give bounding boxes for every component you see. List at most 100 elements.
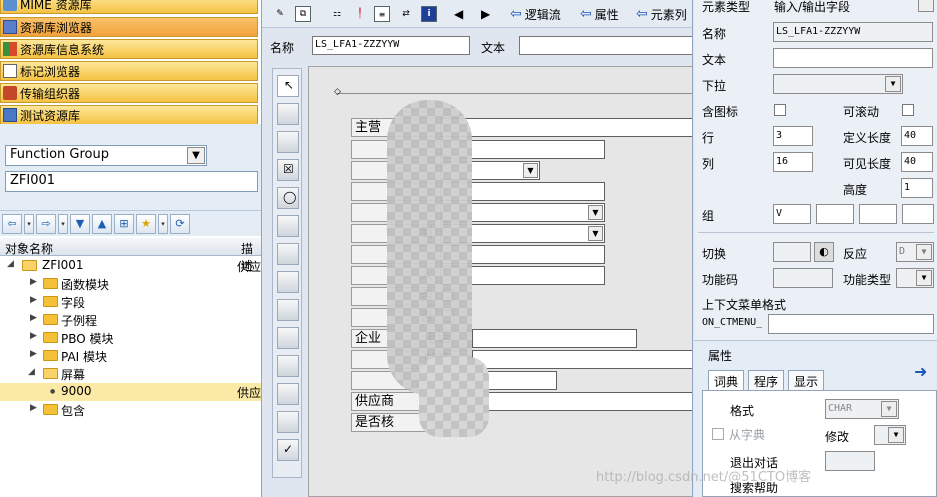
prev-icon[interactable]: ◀	[454, 4, 463, 24]
element-list-button[interactable]: ⇦ 元素列	[636, 4, 687, 24]
nav-tag-browser[interactable]: 标记浏览器	[0, 61, 258, 81]
object-name-input[interactable]: ZFI001	[5, 171, 258, 192]
hierarchy-icon[interactable]: ⚏	[329, 4, 345, 24]
chevron-down-icon[interactable]: ▼	[187, 147, 205, 164]
nav-info-system[interactable]: 资源库信息系统	[0, 39, 258, 59]
input-field-tool-icon[interactable]	[277, 131, 299, 153]
context-menu-field[interactable]	[768, 314, 934, 334]
radio-tool-icon[interactable]: ◯	[277, 187, 299, 209]
nav-repository-browser[interactable]: 资源库浏览器	[0, 17, 258, 37]
tree-item-subroutines[interactable]: ▶ 子例程	[0, 311, 261, 329]
element-list-icon[interactable]: ⇄	[398, 4, 414, 24]
chevron-down-icon[interactable]: ▼	[916, 270, 932, 286]
collapsed-arrow-icon[interactable]: ▶	[30, 331, 37, 341]
favorites-menu-icon[interactable]: ▾	[158, 213, 168, 234]
group-field-4[interactable]	[902, 204, 934, 224]
chevron-down-icon[interactable]: ▼	[885, 76, 901, 92]
collapse-all-icon[interactable]: ▲	[92, 213, 112, 234]
tree-item-pbo-modules[interactable]: ▶ PBO 模块	[0, 329, 261, 347]
function-type-select[interactable]: ▼	[896, 268, 934, 288]
column-field[interactable]: 16	[773, 152, 813, 172]
nav-mime-repository[interactable]: MIME 资源库	[0, 0, 258, 14]
layout-icon[interactable]: ≡	[374, 4, 390, 24]
collapsed-arrow-icon[interactable]: ▶	[30, 277, 37, 287]
tree-item-includes[interactable]: ▶ 包含	[0, 401, 261, 419]
modify-select[interactable]: ▼	[874, 425, 906, 445]
chevron-down-icon[interactable]: ▼	[523, 163, 538, 178]
arrow-right-icon[interactable]: ➜	[914, 362, 927, 381]
screen-input-phone[interactable]	[472, 329, 637, 348]
collapsed-arrow-icon[interactable]: ▶	[30, 349, 37, 359]
tab-dictionary[interactable]: 词典	[708, 370, 745, 390]
back-menu-icon[interactable]: ▾	[24, 213, 34, 234]
tree-item-zfi001[interactable]: ◢ ZFI001 供应	[0, 257, 261, 275]
status-icon-tool-icon[interactable]	[277, 411, 299, 433]
resize-handle-icon[interactable]: ◇	[334, 87, 341, 97]
hierarchy-icon[interactable]: ⊞	[114, 213, 134, 234]
collapsed-arrow-icon[interactable]: ▶	[30, 313, 37, 323]
collapsed-arrow-icon[interactable]: ▶	[30, 403, 37, 413]
collapsed-arrow-icon[interactable]: ▶	[30, 295, 37, 305]
table-control-tool-icon[interactable]	[277, 355, 299, 377]
group-field-1[interactable]: V	[773, 204, 811, 224]
logic-flow-button[interactable]: ⇦ 逻辑流	[510, 4, 561, 24]
element-name-field[interactable]: LS_LFA1-ZZZYYW	[312, 36, 470, 55]
height-field[interactable]: 1	[901, 178, 933, 198]
tab-display[interactable]: 显示	[788, 370, 825, 390]
text-field[interactable]	[773, 48, 933, 68]
function-code-field[interactable]	[773, 268, 833, 288]
expanded-arrow-icon[interactable]: ◢	[7, 259, 14, 269]
back-icon[interactable]: ⇦	[2, 213, 22, 234]
box-tool-icon[interactable]	[277, 327, 299, 349]
element-text-field[interactable]	[519, 36, 692, 55]
group-field-3[interactable]	[859, 204, 897, 224]
screen-input-email[interactable]	[472, 350, 692, 369]
screen-input-vendor[interactable]	[472, 392, 692, 411]
exit-dialog-field[interactable]	[825, 451, 875, 471]
text-field-tool-icon[interactable]	[277, 103, 299, 125]
from-dictionary-checkbox[interactable]	[712, 428, 724, 440]
screen-layout-canvas[interactable]: ◇ 主营 ▼ ▼ 制 ▼ 人 否 否 企业电话 邮箱 供应商 是否核	[308, 66, 692, 497]
chevron-down-icon[interactable]: ▼	[588, 205, 603, 220]
tree-item-function-modules[interactable]: ▶ 函数模块	[0, 275, 261, 293]
chevron-down-icon[interactable]: ▼	[916, 244, 932, 260]
switch-field[interactable]	[773, 242, 811, 262]
object-type-select[interactable]: Function Group ▼	[5, 145, 207, 166]
chevron-down-icon[interactable]: ▼	[588, 226, 603, 241]
scrollable-checkbox[interactable]	[902, 104, 914, 116]
switch-icon[interactable]: ◐	[814, 242, 834, 262]
visible-length-field[interactable]: 40	[901, 152, 933, 172]
expanded-arrow-icon[interactable]: ◢	[28, 367, 35, 377]
info-icon[interactable]: i	[421, 4, 437, 24]
expand-all-icon[interactable]: ▼	[70, 213, 90, 234]
custom-control-tool-icon[interactable]	[277, 383, 299, 405]
next-icon[interactable]: ▶	[481, 4, 490, 24]
frame-tool-icon[interactable]	[277, 215, 299, 237]
format-select[interactable]: CHAR ▼	[825, 399, 899, 419]
reaction-select[interactable]: D ▼	[896, 242, 934, 262]
refresh-icon[interactable]: ⟳	[170, 213, 190, 234]
edit-pencil-icon[interactable]: ✎	[272, 4, 288, 24]
checkmark-tool-icon[interactable]: ✓	[277, 439, 299, 461]
pointer-tool-icon[interactable]: ↖	[277, 75, 299, 97]
tree-item-fields[interactable]: ▶ 字段	[0, 293, 261, 311]
chevron-down-icon[interactable]: ▼	[888, 427, 904, 443]
tabstrip-tool-icon[interactable]	[277, 299, 299, 321]
tab-program[interactable]: 程序	[748, 370, 785, 390]
row-field[interactable]: 3	[773, 126, 813, 146]
chevron-down-icon[interactable]: ▼	[881, 401, 897, 417]
tree-item-screens[interactable]: ◢ 屏幕	[0, 365, 261, 383]
pushbutton-tool-icon[interactable]	[277, 271, 299, 293]
defined-length-field[interactable]: 40	[901, 126, 933, 146]
name-field[interactable]: LS_LFA1-ZZZYYW	[773, 22, 933, 42]
nav-test-repository[interactable]: 测试资源库	[0, 105, 258, 125]
checkbox-tool-icon[interactable]: ☒	[277, 159, 299, 181]
attributes-button[interactable]: ⇦ 属性	[580, 4, 619, 24]
forward-menu-icon[interactable]: ▾	[58, 213, 68, 234]
pin-icon[interactable]: ╿	[352, 4, 368, 24]
nav-transport-organizer[interactable]: 传输组织器	[0, 83, 258, 103]
group-field-2[interactable]	[816, 204, 854, 224]
with-icon-checkbox[interactable]	[774, 104, 786, 116]
element-type-button[interactable]	[918, 0, 934, 12]
dropdown-select[interactable]: ▼	[773, 74, 903, 94]
